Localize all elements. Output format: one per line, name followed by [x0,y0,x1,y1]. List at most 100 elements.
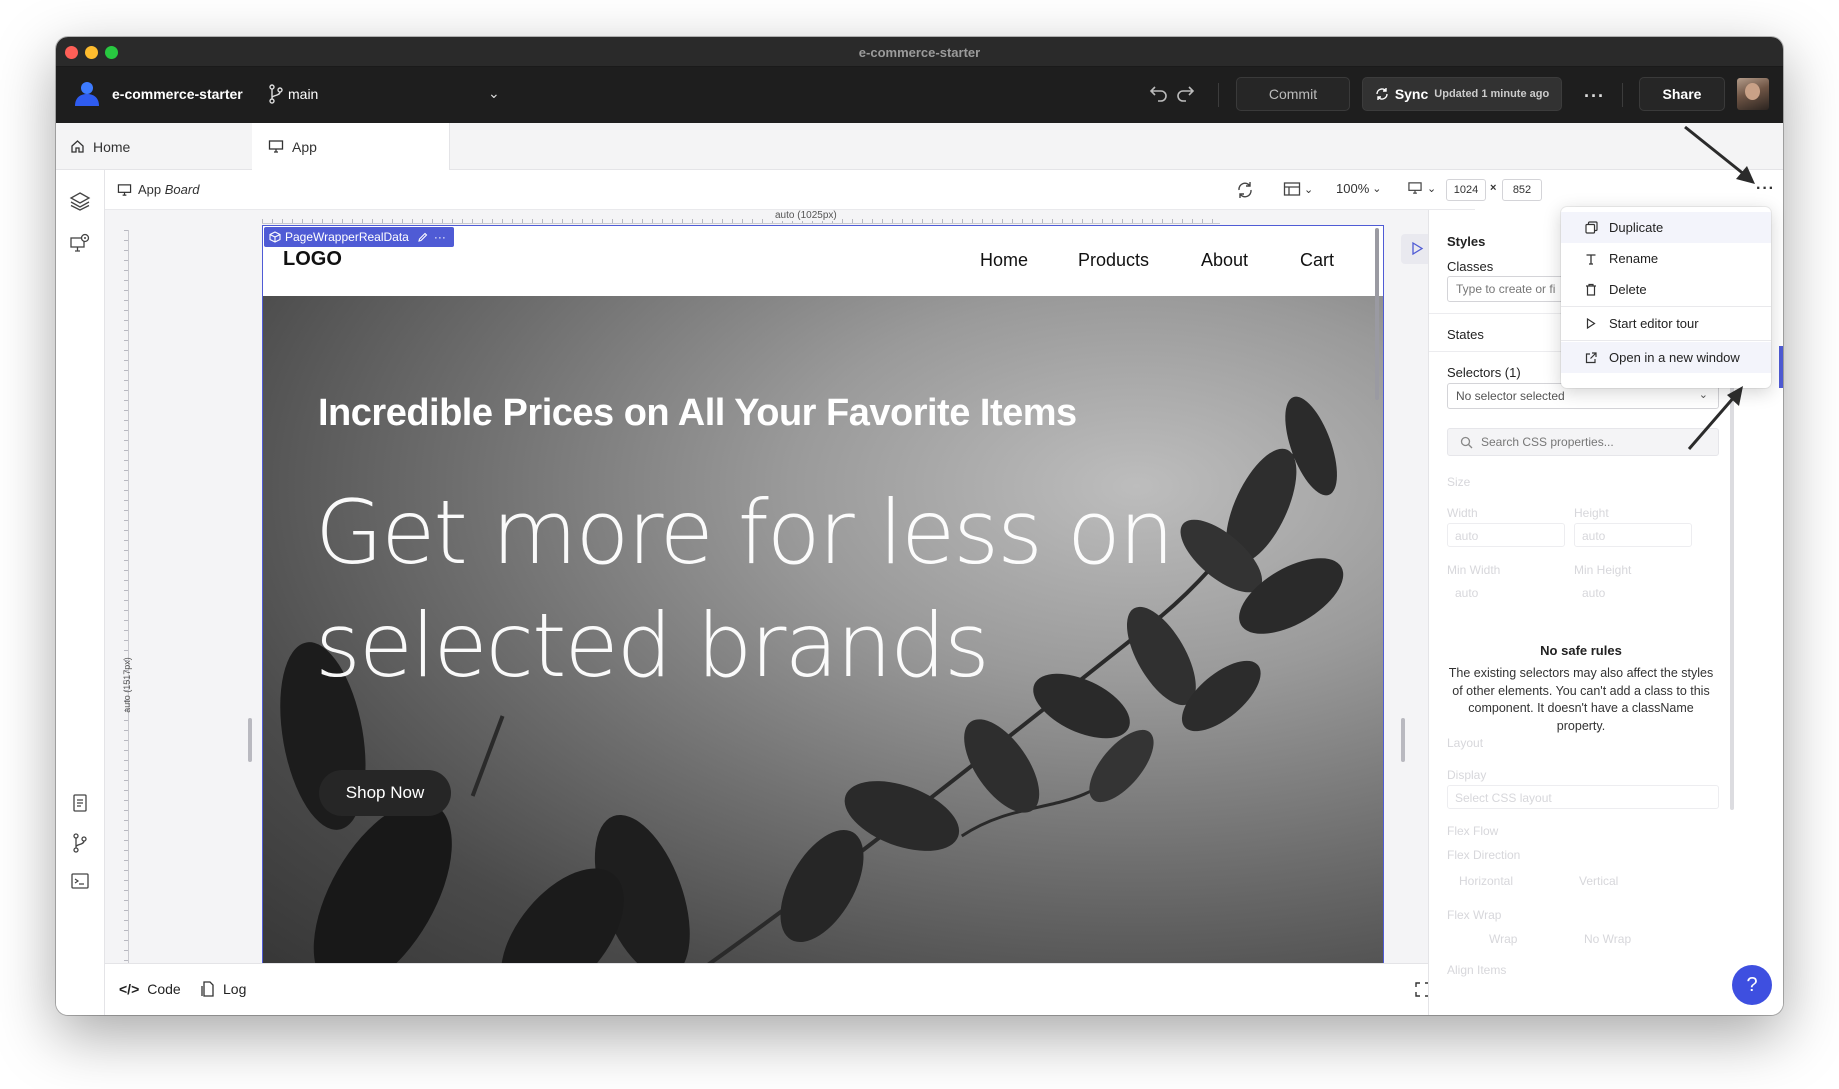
board-title[interactable]: App Board [117,182,199,197]
tab-app[interactable]: App [252,123,450,170]
classes-input[interactable]: Type to create or fi [1447,276,1567,302]
tab-home[interactable]: Home [70,123,260,170]
tab-bar: Home App [56,123,1783,170]
text-icon [1586,253,1596,265]
selector-value: No selector selected [1456,389,1565,403]
menu-item-label: Rename [1609,251,1659,266]
menu-item-label: Start editor tour [1609,316,1699,331]
flex-wrap-label: Flex Wrap [1447,908,1502,922]
component-name: PageWrapperRealData [285,230,409,244]
flex-flow-label: Flex Flow [1447,824,1499,838]
help-button[interactable]: ? [1732,965,1772,1005]
horizontal-option: Horizontal [1459,874,1514,888]
undo-icon[interactable] [1148,81,1170,103]
nav-link-cart[interactable]: Cart [1300,250,1334,271]
monitor-icon [268,140,284,153]
vertical-option: Vertical [1579,874,1619,888]
resize-handle-right[interactable] [1401,718,1405,762]
menu-item-label: Delete [1609,282,1647,297]
width-value: auto [1455,529,1479,543]
menu-item-open-new-window[interactable]: Open in a new window [1561,342,1771,373]
viewport-width-input[interactable]: 1024 [1446,179,1486,201]
sync-status: Updated 1 minute ago [1434,88,1550,100]
css-search-input[interactable]: Search CSS properties... [1447,428,1719,456]
badge-more-icon[interactable]: ··· [434,230,446,244]
design-canvas[interactable]: auto (1025px) auto (1517px) LOGO Home Pr… [105,210,1475,963]
size-section-label: Size [1447,475,1471,489]
nav-link-home[interactable]: Home [980,250,1028,271]
component-badge[interactable]: PageWrapperRealData ··· [264,227,454,247]
menu-item-duplicate[interactable]: Duplicate [1561,212,1771,243]
min-width-value: auto [1455,586,1479,600]
height-value: auto [1582,529,1606,543]
display-value: Select CSS layout [1455,791,1552,805]
log-panel-button[interactable]: Log [201,981,246,997]
layout-icon [1283,182,1301,196]
viewport-height-input[interactable]: 852 [1502,179,1542,201]
menu-item-rename[interactable]: Rename [1561,243,1771,274]
resize-handle-left[interactable] [248,718,252,762]
pointer-icon[interactable] [1411,242,1424,255]
chevron-down-icon: ⌄ [1372,183,1382,195]
chevron-down-icon[interactable]: ⌄ [488,85,500,102]
home-icon [71,140,84,153]
min-height-label: Min Height [1574,563,1632,577]
bottom-bar: </> Code Log ⌃ [105,963,1475,1015]
zoom-select[interactable]: 100% ⌄ [1336,181,1381,196]
project-name[interactable]: e-commerce-starter [112,86,243,102]
chevron-down-icon: ⌄ [1304,183,1314,196]
redo-icon[interactable] [1174,81,1196,103]
hero-subtitle: Get more for less on selected brands [315,481,1175,697]
top-bar: e-commerce-starter main ⌄ Commit Sync Up… [56,67,1783,123]
board-more-options-icon[interactable]: ··· [1756,180,1775,198]
search-icon [1460,436,1473,448]
nav-link-products[interactable]: Products [1078,250,1149,271]
edit-icon[interactable] [417,232,428,243]
page-preview[interactable]: LOGO Home Products About Cart Incredible… [262,225,1384,963]
shop-now-button[interactable]: Shop Now [319,770,451,816]
menu-item-delete[interactable]: Delete [1561,274,1771,305]
nav-link-about[interactable]: About [1201,250,1248,271]
device-select[interactable]: ⌄ [1407,181,1436,195]
layout-toggle[interactable]: ⌄ [1283,181,1313,197]
share-button[interactable]: Share [1639,77,1725,111]
menu-separator [1561,340,1771,341]
terminal-icon[interactable] [69,870,91,892]
menu-item-start-editor-tour[interactable]: Start editor tour [1561,308,1771,339]
user-avatar[interactable] [1737,78,1769,110]
board-toolbar: App Board ⌄ 100% ⌄ ⌄ 1024 × 852 [105,170,1542,210]
document-icon[interactable] [69,792,91,814]
states-label[interactable]: States [1447,327,1484,342]
branch-name[interactable]: main [288,86,318,102]
ruler-left: auto (1517px) [119,230,132,963]
layout-section-label: Layout [1447,736,1484,750]
commit-button[interactable]: Commit [1236,77,1350,111]
layers-icon[interactable] [69,190,91,212]
topbar-divider [1622,83,1623,107]
sync-label: Sync [1394,86,1429,102]
ruler-top-label: auto (1025px) [772,210,840,221]
sync-icon [1376,88,1388,100]
log-icon [201,981,214,997]
refresh-icon[interactable] [1235,180,1255,200]
no-wrap-option: No Wrap [1584,932,1632,946]
app-logo-icon[interactable] [72,79,102,109]
menu-item-label: Open in a new window [1609,350,1740,365]
no-safe-rules-title: No safe rules [1540,643,1622,658]
page-scrollbar[interactable] [1375,228,1379,400]
no-safe-rules-text: The existing selectors may also affect t… [1448,666,1714,733]
align-items-label: Align Items [1447,963,1507,977]
sync-button[interactable]: Sync Updated 1 minute ago [1362,77,1562,111]
code-panel-button[interactable]: </> Code [119,981,181,997]
more-options-icon[interactable]: ··· [1584,86,1605,107]
title-bar: e-commerce-starter [56,37,1783,67]
hero-section: Incredible Prices on All Your Favorite I… [263,296,1383,963]
topbar-divider [1218,83,1219,107]
page-logo[interactable]: LOGO [283,248,342,271]
component-settings-icon[interactable] [69,232,91,254]
monitor-icon [117,183,132,196]
git-branch-icon[interactable] [69,832,91,854]
ruler-left-label: auto (1517px) [121,657,132,713]
play-icon [1586,318,1596,329]
min-width-label: Min Width [1447,563,1501,577]
